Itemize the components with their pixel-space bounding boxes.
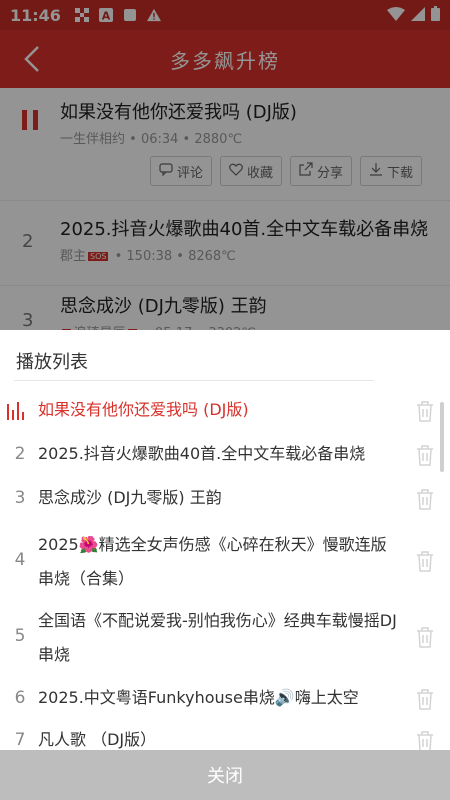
playlist-item[interactable]: 2 2025.抖音火爆歌曲40首.全中文车载必备串烧 — [0, 434, 433, 474]
playlist-sheet: 播放列表 如果没有他你还爱我吗 (DJ版) 2 2025.抖音火爆歌曲40首.全… — [0, 330, 450, 750]
playlist-item-title: 思念成沙 (DJ九零版) 王韵 — [38, 488, 222, 507]
close-button[interactable]: 关闭 — [0, 750, 450, 800]
equalizer-icon — [6, 400, 28, 420]
playlist-item-index: 5 — [14, 626, 26, 646]
trash-icon[interactable] — [415, 488, 435, 510]
playlist-item[interactable]: 如果没有他你还爱我吗 (DJ版) — [0, 390, 433, 430]
playlist-title: 播放列表 — [16, 352, 88, 373]
trash-icon[interactable] — [415, 626, 435, 648]
trash-icon[interactable] — [415, 730, 435, 750]
modal-overlay[interactable] — [0, 0, 450, 330]
trash-icon[interactable] — [415, 550, 435, 572]
playlist-item-index: 7 — [14, 730, 26, 750]
playlist-list[interactable]: 如果没有他你还爱我吗 (DJ版) 2 2025.抖音火爆歌曲40首.全中文车载必… — [0, 382, 450, 750]
playlist-item-title: 全国语《不配说爱我-别怕我伤心》经典车载慢摇DJ串烧 — [38, 611, 397, 664]
playlist-item[interactable]: 3 思念成沙 (DJ九零版) 王韵 — [0, 478, 433, 518]
playlist-item-index: 2 — [14, 444, 26, 464]
playlist-item[interactable]: 6 2025.中文粤语Funkyhouse串烧🔊嗨上太空 — [0, 678, 433, 718]
scrollbar-thumb[interactable] — [440, 402, 444, 472]
playlist-item-title: 2025🌺精选全女声伤感《心碎在秋天》慢歌连版串烧（合集） — [38, 535, 387, 588]
playlist-item-index: 4 — [14, 550, 26, 570]
playlist-item[interactable]: 7 凡人歌 （DJ版） — [0, 722, 433, 750]
playlist-item[interactable]: 4 2025🌺精选全女声伤感《心碎在秋天》慢歌连版串烧（合集） — [0, 524, 433, 598]
trash-icon[interactable] — [415, 400, 435, 422]
playlist-item-index: 3 — [14, 488, 26, 508]
playlist-item-index: 6 — [14, 688, 26, 708]
playlist-item-title: 2025.抖音火爆歌曲40首.全中文车载必备串烧 — [38, 444, 366, 463]
trash-icon[interactable] — [415, 444, 435, 466]
playlist-item-title: 凡人歌 （DJ版） — [38, 730, 157, 749]
playlist-item-title: 如果没有他你还爱我吗 (DJ版) — [38, 400, 249, 419]
divider — [14, 380, 374, 381]
playlist-item[interactable]: 5 全国语《不配说爱我-别怕我伤心》经典车载慢摇DJ串烧 — [0, 600, 433, 674]
playlist-item-title: 2025.中文粤语Funkyhouse串烧🔊嗨上太空 — [38, 688, 359, 707]
trash-icon[interactable] — [415, 688, 435, 710]
